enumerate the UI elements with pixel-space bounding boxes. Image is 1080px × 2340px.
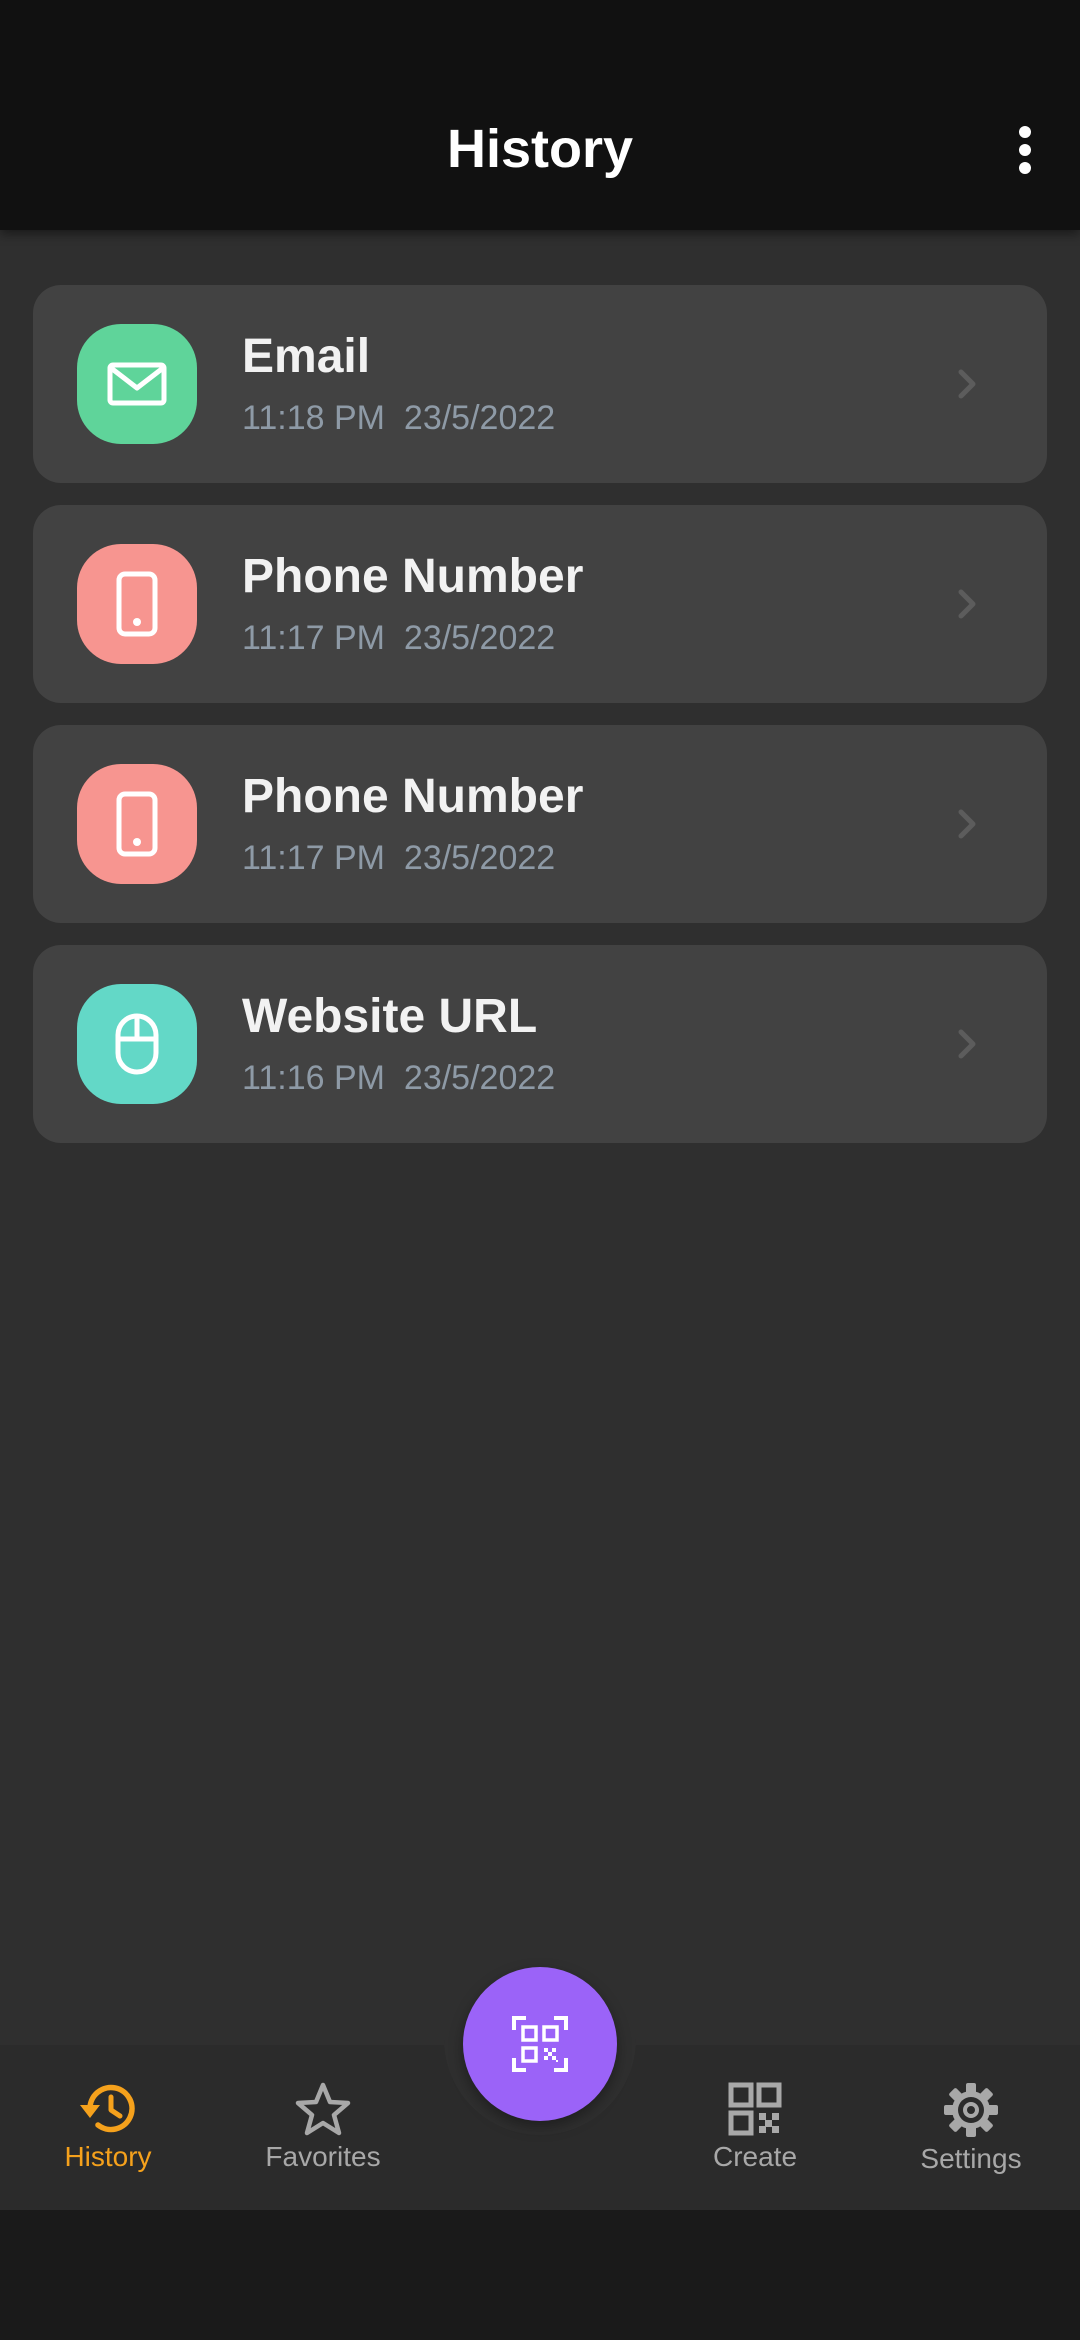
history-item-website-url[interactable]: Website URL 11:16 PM 23/5/2022 (33, 945, 1047, 1143)
page-title: History (446, 119, 634, 179)
gear-icon (944, 2083, 998, 2137)
chevron-right-icon (958, 1029, 976, 1059)
chevron-right-icon (958, 589, 976, 619)
system-navigation-bar (0, 2210, 1080, 2340)
nav-history[interactable]: History (18, 2081, 198, 2173)
more-vert-icon (1019, 126, 1031, 174)
history-item-phone-number[interactable]: Phone Number 11:17 PM 23/5/2022 (33, 725, 1047, 923)
item-timestamp: 11:17 PM 23/5/2022 (242, 619, 556, 657)
nav-settings-label: Settings (920, 2143, 1022, 2174)
item-title: Phone Number (242, 770, 584, 823)
chevron-right-icon (958, 809, 976, 839)
item-timestamp: 11:18 PM 23/5/2022 (242, 399, 556, 437)
item-title: Phone Number (242, 550, 584, 603)
star-icon (295, 2082, 351, 2136)
history-list: Email 11:18 PM 23/5/2022 Phone Number 11… (33, 285, 1047, 1165)
chevron-right-icon (958, 369, 976, 399)
phone-icon (77, 544, 197, 664)
history-icon (80, 2084, 135, 2133)
qr-code-icon (728, 2082, 782, 2136)
qr-scan-icon (512, 2016, 568, 2072)
item-timestamp: 11:16 PM 23/5/2022 (242, 1059, 556, 1097)
item-title: Email (242, 330, 371, 383)
item-title: Website URL (242, 990, 538, 1043)
email-icon (77, 324, 197, 444)
history-item-email[interactable]: Email 11:18 PM 23/5/2022 (33, 285, 1047, 483)
scan-qr-button[interactable] (463, 1967, 617, 2121)
mouse-icon (77, 984, 197, 1104)
app-bar: History (0, 0, 1080, 230)
nav-create-label: Create (712, 2141, 798, 2172)
history-item-phone-number[interactable]: Phone Number 11:17 PM 23/5/2022 (33, 505, 1047, 703)
item-timestamp: 11:17 PM 23/5/2022 (242, 839, 556, 877)
phone-icon (77, 764, 197, 884)
more-options-button[interactable] (990, 115, 1060, 185)
nav-settings[interactable]: Settings (881, 2081, 1061, 2175)
nav-favorites-label: Favorites (265, 2141, 381, 2172)
nav-history-label: History (64, 2141, 152, 2172)
nav-favorites[interactable]: Favorites (233, 2081, 413, 2173)
nav-create[interactable]: Create (665, 2081, 845, 2173)
